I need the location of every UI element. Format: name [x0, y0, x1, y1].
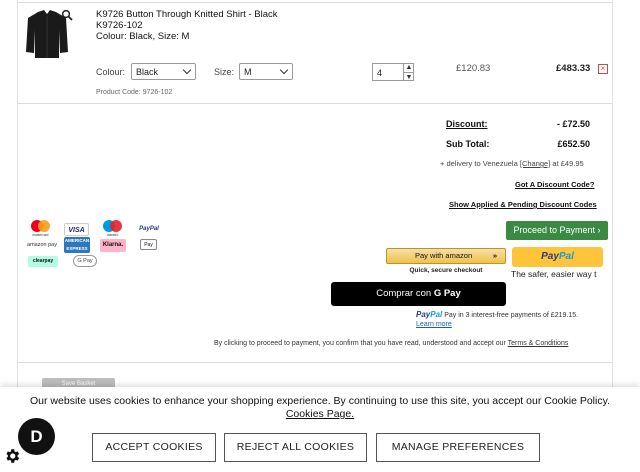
google-pay-button[interactable]: Comprar con G Pay: [331, 282, 506, 306]
discount-code-link[interactable]: Got A Discount Code?: [515, 180, 594, 189]
payment-consent: By clicking to proceed to payment, you c…: [214, 340, 568, 347]
paypal-credit-logo-2: Pal: [430, 310, 443, 319]
reject-cookies-button[interactable]: REJECT ALL COOKIES: [224, 433, 367, 462]
klarna-icon: Klarna.: [100, 239, 126, 252]
amazon-pay-label: Pay with amazon: [415, 251, 473, 260]
gear-icon[interactable]: [3, 447, 21, 465]
cookie-message: Our website uses cookies to enhance your…: [0, 395, 640, 421]
google-pay-brand: G Pay: [433, 288, 461, 299]
discount-value: - £72.50: [556, 119, 590, 129]
paypal-credit-info: PayPal Pay in 3 interest-free payments o…: [416, 310, 578, 319]
line-total: £483.33: [556, 63, 591, 74]
consent-text: By clicking to proceed to payment, you c…: [214, 340, 508, 347]
size-label: Size:: [214, 67, 235, 77]
paypal-logo-icon: PayPal: [139, 226, 159, 232]
paypal-credit-text: Pay in 3 interest-free payments of £219.…: [442, 312, 579, 319]
paypal-credit-logo-1: Pay: [416, 310, 431, 319]
product-sku: K9726-102: [96, 20, 143, 31]
mastercard-icon: mastercard: [31, 220, 50, 237]
checkout-divider: [17, 362, 613, 363]
quantity-increase-button[interactable]: ▲: [403, 63, 414, 72]
applepay-icon: Pay: [140, 239, 157, 250]
unit-price: £120.83: [456, 63, 491, 74]
maestro-text: maestro: [107, 233, 119, 237]
remove-item-button[interactable]: ×: [598, 64, 608, 74]
cookies-page-link[interactable]: Cookies Page.: [286, 408, 354, 420]
colour-select-value: Black: [136, 67, 159, 77]
change-delivery-link[interactable]: [Change]: [520, 159, 550, 168]
product-code: Product Code: 9726-102: [96, 89, 173, 96]
manage-preferences-button[interactable]: MANAGE PREFERENCES: [376, 433, 540, 462]
discount-label: Discount:: [446, 119, 488, 129]
subtotal-label: Sub Total:: [446, 139, 490, 149]
colour-select[interactable]: Black: [131, 63, 196, 80]
googlepay-icon: G Pay: [73, 255, 97, 267]
delivery-prefix: + delivery to: [440, 159, 483, 168]
amazon-pay-button[interactable]: Pay with amazon »: [386, 248, 506, 264]
content-border-left: [17, 0, 18, 390]
paypal-button[interactable]: PayPal: [512, 247, 603, 267]
amex-icon: AMERICAN EXPRESS: [64, 237, 90, 253]
delivery-country: Venezuela: [482, 159, 518, 168]
chat-badge[interactable]: D: [18, 418, 55, 455]
accept-cookies-button[interactable]: ACCEPT COOKIES: [92, 433, 216, 462]
paypal-subtext: The safer, easier way t: [511, 269, 597, 279]
paypal-button-text-1: Pay: [541, 251, 559, 262]
subtotal-value: £652.50: [557, 139, 590, 149]
terms-link[interactable]: Terms & Conditions: [508, 340, 569, 347]
top-divider: [17, 2, 613, 3]
cookie-banner: Our website uses cookies to enhance your…: [0, 387, 640, 472]
zoom-icon[interactable]: [61, 9, 73, 21]
content-border-right: [612, 0, 613, 390]
proceed-to-payment-button[interactable]: Proceed to Payment ›: [506, 221, 608, 240]
chevron-down-icon: [182, 65, 192, 75]
delivery-info: + delivery to Venezuela [Change] at £49.…: [440, 159, 584, 168]
product-name[interactable]: K9726 Button Through Knitted Shirt - Bla…: [96, 9, 278, 20]
visa-icon: VISA: [64, 223, 89, 236]
mastercard-text: mastercard: [33, 233, 49, 237]
learn-more-link[interactable]: Learn more: [416, 321, 452, 328]
size-select-value: M: [244, 67, 252, 77]
google-pay-label: Comprar con: [376, 288, 434, 299]
product-variant: Colour: Black, Size: M: [96, 31, 190, 42]
colour-label: Colour:: [96, 67, 126, 77]
paypal-button-text-2: Pal: [558, 251, 574, 262]
chevron-down-icon: [279, 65, 289, 75]
delivery-suffix: at £49.95: [550, 159, 584, 168]
cookie-message-text: Our website uses cookies to enhance your…: [30, 395, 610, 407]
maestro-icon: maestro: [103, 220, 122, 237]
size-select[interactable]: M: [239, 63, 293, 80]
double-chevron-icon: »: [492, 251, 497, 260]
product-details: K9726 Button Through Knitted Shirt - Bla…: [96, 9, 278, 42]
show-discount-codes-link[interactable]: Show Applied & Pending Discount Codes: [449, 200, 597, 209]
amazon-pay-subtext: Quick, secure checkout: [409, 267, 483, 274]
product-divider: [17, 103, 613, 104]
quantity-decrease-button[interactable]: ▼: [403, 72, 414, 81]
clearpay-icon: clearpay: [28, 256, 58, 267]
amazonpay-icon: amazon pay: [27, 242, 57, 248]
